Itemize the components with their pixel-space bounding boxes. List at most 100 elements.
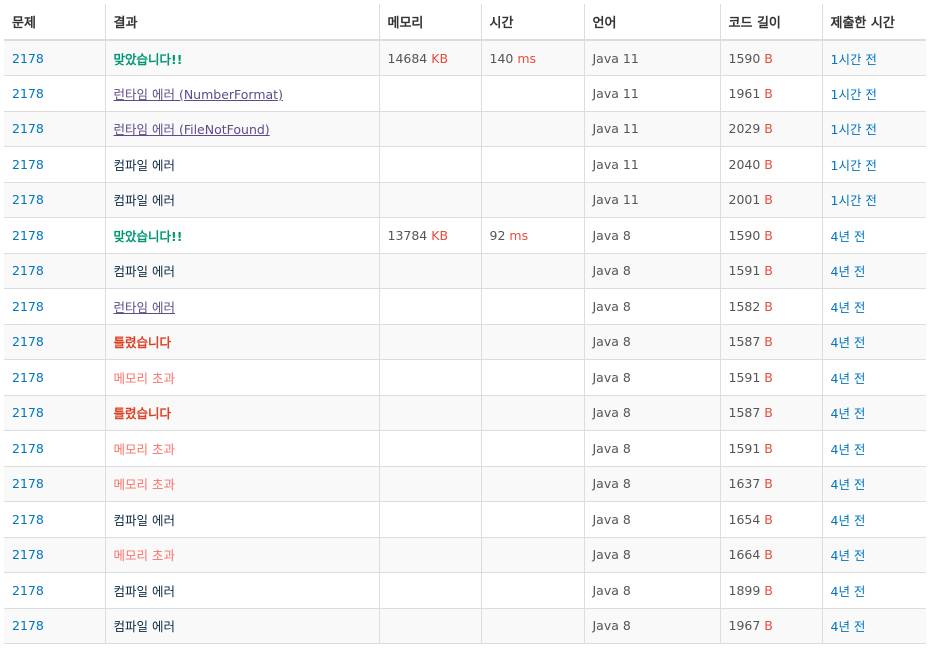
memory-cell <box>378 359 482 396</box>
submitted-time-link[interactable]: 4년 전 <box>831 477 866 492</box>
result-mle: 메모리 초과 <box>113 477 175 493</box>
result-cell: 메모리 초과 <box>104 359 380 396</box>
problem-link[interactable]: 2178 <box>12 547 44 562</box>
problem-link[interactable]: 2178 <box>12 51 44 66</box>
language-cell: Java 8 <box>583 607 721 644</box>
time-cell <box>480 110 585 147</box>
code-length-unit: B <box>764 121 773 137</box>
table-row: 2178 컴파일 에러 Java 8 1967 B 4년 전 <box>4 607 926 644</box>
memory-cell <box>378 465 482 502</box>
submitted-time-link[interactable]: 1시간 전 <box>831 158 877 173</box>
submitted-time-link[interactable]: 4년 전 <box>831 371 866 386</box>
submitted-time-link[interactable]: 4년 전 <box>831 229 866 244</box>
submitted-time-link[interactable]: 4년 전 <box>831 513 866 528</box>
code-length-cell: 1587 B <box>719 323 823 360</box>
problem-link[interactable]: 2178 <box>12 618 44 633</box>
time-cell <box>480 501 585 538</box>
result-ce: 컴파일 에러 <box>113 619 175 635</box>
result-wa: 틀렸습니다 <box>113 335 172 351</box>
language-value: Java 8 <box>592 227 631 243</box>
submitted-time-cell: 4년 전 <box>821 323 926 360</box>
problem-link[interactable]: 2178 <box>12 263 44 278</box>
result-re[interactable]: 런타임 에러 (FileNotFound) <box>114 122 270 137</box>
code-length-unit: B <box>764 618 773 634</box>
problem-link[interactable]: 2178 <box>12 334 44 349</box>
problem-link[interactable]: 2178 <box>12 441 44 456</box>
header-problem: 문제 <box>4 4 106 41</box>
language-value: Java 8 <box>592 369 631 385</box>
result-cell: 런타임 에러 <box>104 288 380 325</box>
submitted-time-link[interactable]: 4년 전 <box>831 584 866 599</box>
problem-link[interactable]: 2178 <box>12 86 44 101</box>
problem-link[interactable]: 2178 <box>12 583 44 598</box>
problem-link[interactable]: 2178 <box>12 299 44 314</box>
time-cell <box>480 75 585 112</box>
submitted-time-link[interactable]: 4년 전 <box>831 442 866 457</box>
submitted-time-cell: 4년 전 <box>821 217 926 254</box>
header-row: 문제 결과 메모리 시간 언어 코드 길이 제출한 시간 <box>4 4 926 41</box>
submitted-time-link[interactable]: 1시간 전 <box>831 122 877 137</box>
code-length-cell: 1664 B <box>719 536 823 573</box>
result-cell: 맞았습니다!! <box>104 39 380 76</box>
result-cell: 컴파일 에러 <box>104 252 380 289</box>
language-value: Java 11 <box>592 50 639 66</box>
problem-link[interactable]: 2178 <box>12 476 44 491</box>
language-value: Java 11 <box>592 192 639 208</box>
submitted-time-cell: 4년 전 <box>821 572 926 609</box>
code-length-unit: B <box>764 369 773 385</box>
submitted-time-link[interactable]: 4년 전 <box>831 548 866 563</box>
submitted-time-link[interactable]: 4년 전 <box>831 300 866 315</box>
problem-cell: 2178 <box>4 501 106 538</box>
submitted-time-link[interactable]: 1시간 전 <box>831 52 877 67</box>
memory-cell <box>378 288 482 325</box>
memory-cell <box>378 501 482 538</box>
header-memory: 메모리 <box>378 4 482 41</box>
memory-cell: 13784 KB <box>378 217 482 254</box>
code-length-cell: 1967 B <box>719 607 823 644</box>
table-row: 2178 컴파일 에러 Java 8 1654 B 4년 전 <box>4 501 926 538</box>
table-row: 2178 메모리 초과 Java 8 1637 B 4년 전 <box>4 465 926 502</box>
code-length-unit: B <box>764 192 773 208</box>
submitted-time-link[interactable]: 1시간 전 <box>831 87 877 102</box>
submitted-time-link[interactable]: 4년 전 <box>831 335 866 350</box>
memory-cell <box>378 394 482 431</box>
submitted-time-cell: 1시간 전 <box>821 110 926 147</box>
code-length-unit: B <box>764 405 773 421</box>
result-ce: 컴파일 에러 <box>113 193 175 209</box>
result-cell: 맞았습니다!! <box>104 217 380 254</box>
result-wa: 틀렸습니다 <box>113 406 172 422</box>
problem-cell: 2178 <box>4 394 106 431</box>
problem-link[interactable]: 2178 <box>12 121 44 136</box>
code-length-cell: 1899 B <box>719 572 823 609</box>
code-length-value: 1591 <box>728 369 761 385</box>
result-re[interactable]: 런타임 에러 (NumberFormat) <box>114 87 283 102</box>
time-unit: ms <box>517 50 537 66</box>
problem-link[interactable]: 2178 <box>12 228 44 243</box>
submitted-time-link[interactable]: 1시간 전 <box>831 193 877 208</box>
code-length-cell: 2029 B <box>719 110 823 147</box>
memory-unit: KB <box>431 50 449 66</box>
language-cell: Java 11 <box>583 181 721 218</box>
problem-link[interactable]: 2178 <box>12 192 44 207</box>
result-cell: 틀렸습니다 <box>104 394 380 431</box>
submitted-time-link[interactable]: 4년 전 <box>831 264 866 279</box>
problem-link[interactable]: 2178 <box>12 405 44 420</box>
problem-cell: 2178 <box>4 39 106 76</box>
time-value: 140 <box>489 50 514 66</box>
problem-link[interactable]: 2178 <box>12 157 44 172</box>
language-value: Java 8 <box>592 334 631 350</box>
submitted-time-cell: 1시간 전 <box>821 181 926 218</box>
problem-link[interactable]: 2178 <box>12 512 44 527</box>
result-re[interactable]: 런타임 에러 <box>114 300 175 315</box>
submitted-time-link[interactable]: 4년 전 <box>831 406 866 421</box>
submitted-time-link[interactable]: 4년 전 <box>831 619 866 634</box>
header-code-length: 코드 길이 <box>719 4 823 41</box>
submitted-time-cell: 4년 전 <box>821 430 926 467</box>
language-cell: Java 11 <box>583 39 721 76</box>
time-cell <box>480 394 585 431</box>
memory-unit: KB <box>431 227 449 243</box>
language-value: Java 8 <box>592 298 631 314</box>
time-cell <box>480 146 585 183</box>
problem-cell: 2178 <box>4 465 106 502</box>
problem-link[interactable]: 2178 <box>12 370 44 385</box>
